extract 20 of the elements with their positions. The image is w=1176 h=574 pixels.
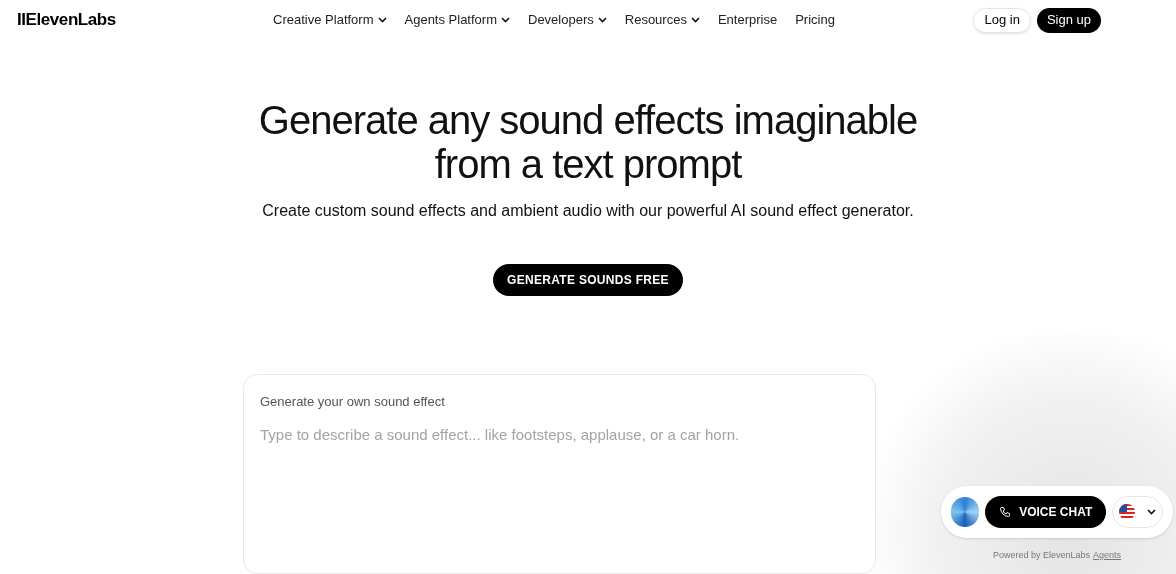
nav-link[interactable]: Creative Platform xyxy=(273,10,387,30)
generate-sounds-button[interactable]: GENERATE SOUNDS FREE xyxy=(493,264,683,296)
hero-subtitle: Create custom sound effects and ambient audio with our powerful AI sound effect generator. xyxy=(262,201,914,221)
phone-icon xyxy=(999,506,1012,518)
nav-link[interactable]: Pricing xyxy=(795,10,835,30)
voice-chat-button[interactable]: VOICE CHAT xyxy=(985,496,1107,528)
hero-title: from a text prompt xyxy=(434,142,742,186)
nav-link[interactable]: Resources xyxy=(624,10,700,30)
nav-link[interactable]: Enterprise xyxy=(717,10,778,30)
agents-link[interactable]: Agents xyxy=(1093,549,1122,563)
avatar-orb-icon xyxy=(951,497,980,527)
sound-prompt-field[interactable]: Type to describe a sound effect... like footsteps, applause, or a car horn. xyxy=(260,423,859,446)
chevron-down-icon xyxy=(1147,509,1157,515)
signup-button[interactable]: Sign up xyxy=(1036,7,1101,33)
nav-link[interactable]: Agents Platform xyxy=(404,10,510,30)
hero-title: Generate any sound effects imaginable xyxy=(258,98,918,142)
powered-by-text: Powered by ElevenLabs xyxy=(993,549,1091,562)
nav-link[interactable]: Developers xyxy=(528,10,607,30)
generator-label: Generate your own sound effect xyxy=(260,393,446,411)
us-flag-icon xyxy=(1119,504,1136,520)
